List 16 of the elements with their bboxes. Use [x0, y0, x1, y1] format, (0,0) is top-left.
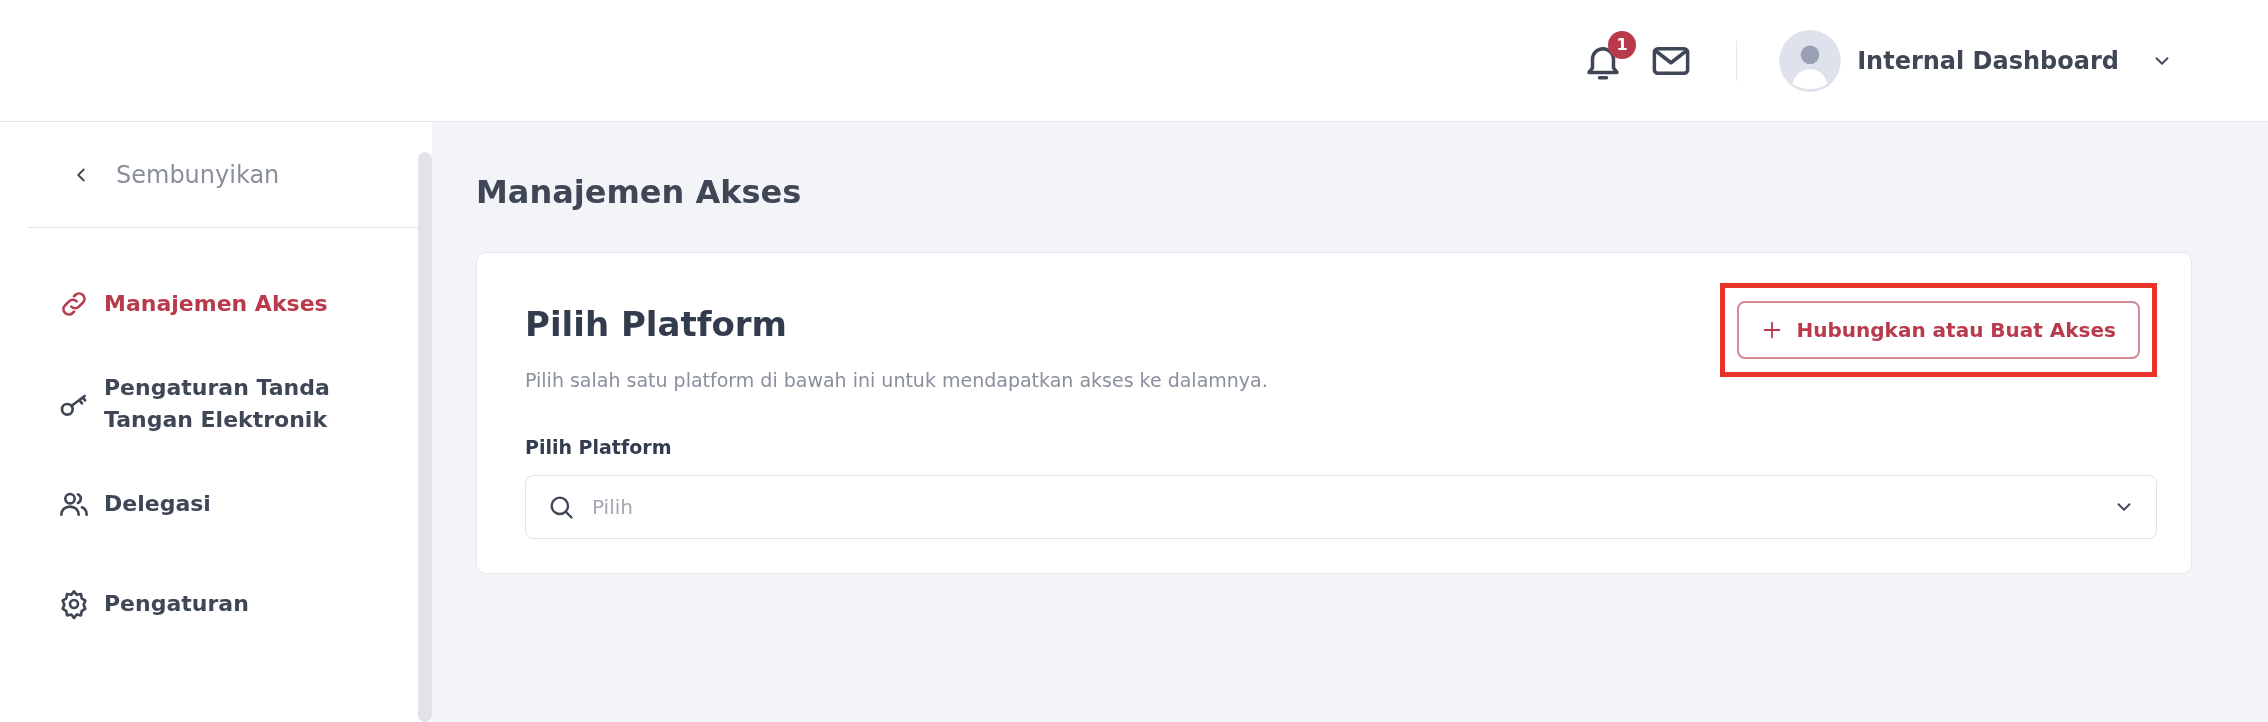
page-title: Manajemen Akses — [476, 172, 803, 213]
sidebar-item[interactable]: Delegasi — [28, 454, 418, 554]
user-name: Internal Dashboard — [1857, 45, 2119, 77]
sidebar-item[interactable]: Pengaturan — [28, 554, 418, 654]
notification-badge: 1 — [1608, 30, 1637, 59]
card-description: Pilih salah satu platform di bawah ini untuk mendapatkan akses ke dalamnya. — [525, 368, 1268, 393]
user-menu[interactable]: Internal Dashboard — [1779, 29, 2173, 92]
card-title: Pilih Platform — [525, 303, 789, 346]
scrollbar[interactable] — [418, 152, 432, 722]
settings-icon — [58, 588, 90, 620]
field-label: Pilih Platform — [525, 434, 673, 460]
add-access-button[interactable]: Hubungkan atau Buat Akses — [1736, 301, 2140, 359]
platform-select[interactable]: Pilih — [525, 475, 2157, 539]
sidebar-item[interactable]: Pengaturan Tanda Tangan Elektronik — [28, 354, 418, 454]
avatar — [1779, 29, 1842, 92]
sidebar-item[interactable]: Manajemen Akses — [28, 254, 418, 354]
